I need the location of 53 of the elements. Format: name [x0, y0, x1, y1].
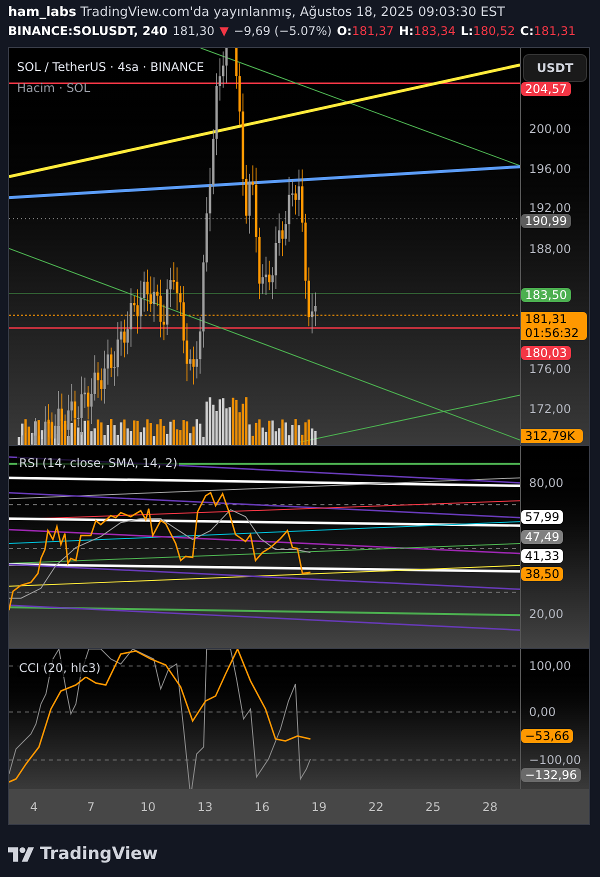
volume-value-label: 312,79K [521, 429, 583, 443]
price-label: −132,96 [521, 768, 582, 782]
price-label: 190,99 [521, 214, 571, 228]
price-label: 204,57 [521, 82, 571, 96]
price-change: −9,69 (−5.07%) [234, 23, 332, 39]
brand-logo-icon [8, 847, 34, 862]
axis-tick: 196,00 [529, 162, 571, 176]
axis-tick: 172,00 [529, 402, 571, 416]
price-label: 38,50 [521, 567, 564, 581]
ohlc-label: H: [398, 23, 414, 39]
last-price-label: 181,31 01:56:32 [521, 312, 587, 340]
ohlc-label: O: [336, 23, 352, 39]
currency-button[interactable]: USDT [523, 54, 587, 82]
ohlc-value: 181,37 [352, 23, 394, 39]
axis-tick: 176,00 [529, 362, 571, 376]
time-axis-label: 25 [424, 799, 442, 816]
axis-tick: 188,00 [529, 242, 571, 256]
time-axis-label: 7 [86, 799, 96, 816]
axis-tick: 20,00 [529, 607, 564, 621]
ohlc-value: 183,34 [414, 23, 456, 39]
ohlc-label: L: [460, 23, 474, 39]
pane-title: SOL / TetherUS · 4sa · BINANCE [17, 59, 204, 76]
pane-title: CCI (20, hlc3) [17, 659, 103, 677]
ohlc-value: 181,31 [534, 23, 576, 39]
axis-tick: 192,00 [529, 201, 571, 215]
author-name: ham_labs [8, 5, 76, 21]
axis-tick: −100,00 [529, 753, 582, 767]
price-label: 57,99 [521, 510, 564, 524]
published-text: TradingView.com'da yayınlanmış, Ağustos 18, 2025 09:03:30 EST [80, 5, 505, 21]
time-axis-label: 10 [139, 799, 157, 816]
axis-tick: 0,00 [529, 705, 556, 719]
last-price: 181,30 [172, 23, 214, 39]
time-axis-label: 28 [481, 799, 499, 816]
price-label: 183,50 [521, 288, 571, 302]
axis-tick: 100,00 [529, 659, 571, 673]
change-arrow: ▼ [219, 23, 229, 39]
symbol-name: BINANCE:SOLUSDT, 240 [8, 23, 168, 39]
time-axis-label: 4 [29, 799, 39, 816]
axis-tick: 80,00 [529, 476, 564, 490]
ohlc-value: 180,52 [473, 23, 516, 39]
volume-label: Hacim · SOL [17, 80, 90, 97]
brand-name: TradingView [40, 843, 158, 866]
price-label: −53,66 [521, 729, 574, 743]
pane-title: RSI (14, close, SMA, 14, 2) [17, 454, 180, 472]
time-axis-label: 16 [253, 799, 271, 816]
price-label: 180,03 [521, 346, 571, 360]
time-axis-label: 19 [310, 799, 328, 816]
ohlc-label: C: [520, 23, 534, 39]
price-label: 47,49 [521, 530, 564, 544]
price-label: 41,33 [521, 549, 564, 563]
time-axis-label: 13 [196, 799, 214, 816]
time-axis-label: 22 [367, 799, 385, 816]
axis-tick: 200,00 [529, 122, 571, 136]
